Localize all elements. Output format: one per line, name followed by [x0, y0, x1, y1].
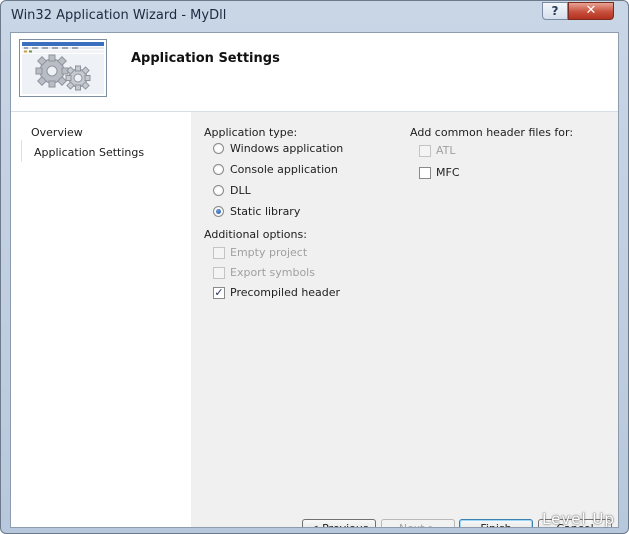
help-button[interactable]: ? — [542, 2, 568, 20]
nav-item-overview[interactable]: Overview — [31, 126, 83, 139]
checkbox-label: ATL — [436, 144, 456, 157]
checkmark-icon: ✓ — [213, 286, 225, 299]
application-type-label: Application type: — [204, 126, 298, 139]
checkbox-icon — [213, 247, 225, 259]
previous-button[interactable]: < Previous — [302, 519, 376, 527]
checkbox-icon — [419, 167, 431, 179]
gears-window-illustration — [20, 40, 106, 96]
window-title: Win32 Application Wizard - MyDll — [11, 8, 227, 23]
gears-window-icon — [19, 39, 107, 97]
wizard-navigation: Overview Application Settings — [11, 112, 191, 527]
additional-options-label: Additional options: — [204, 228, 307, 241]
checkbox-icon — [419, 145, 431, 157]
header-files-label: Add common header files for: — [410, 126, 574, 139]
radio-label: DLL — [230, 184, 251, 197]
checkbox-label: Precompiled header — [230, 286, 341, 299]
radio-button-icon — [213, 143, 224, 154]
checkbox-label: Empty project — [230, 246, 308, 259]
radio-selected-icon — [213, 206, 224, 217]
finish-button[interactable]: Finish — [459, 519, 533, 527]
radio-label: Windows application — [230, 142, 344, 155]
radio-button-icon — [213, 164, 224, 175]
wizard-client-area: Application Settings Overview Applicatio… — [10, 32, 619, 528]
title-bar[interactable]: Win32 Application Wizard - MyDll ? ✕ — [1, 1, 628, 31]
settings-panel: Application type: Windows application Co… — [191, 112, 618, 527]
radio-label: Console application — [230, 163, 338, 176]
watermark: Level Up — [542, 510, 615, 528]
radio-button-icon — [213, 185, 224, 196]
page-title: Application Settings — [131, 51, 280, 66]
checkbox-icon — [213, 267, 225, 279]
checkbox-label: Export symbols — [230, 266, 315, 279]
nav-item-label: Application Settings — [34, 146, 145, 159]
nav-item-application-settings[interactable]: Application Settings — [21, 140, 189, 162]
close-button[interactable]: ✕ — [568, 2, 614, 20]
wizard-window: Win32 Application Wizard - MyDll ? ✕ App… — [0, 0, 629, 534]
radio-label: Static library — [230, 205, 301, 218]
checkbox-label: MFC — [436, 166, 460, 179]
next-button[interactable]: Next > — [381, 519, 455, 527]
